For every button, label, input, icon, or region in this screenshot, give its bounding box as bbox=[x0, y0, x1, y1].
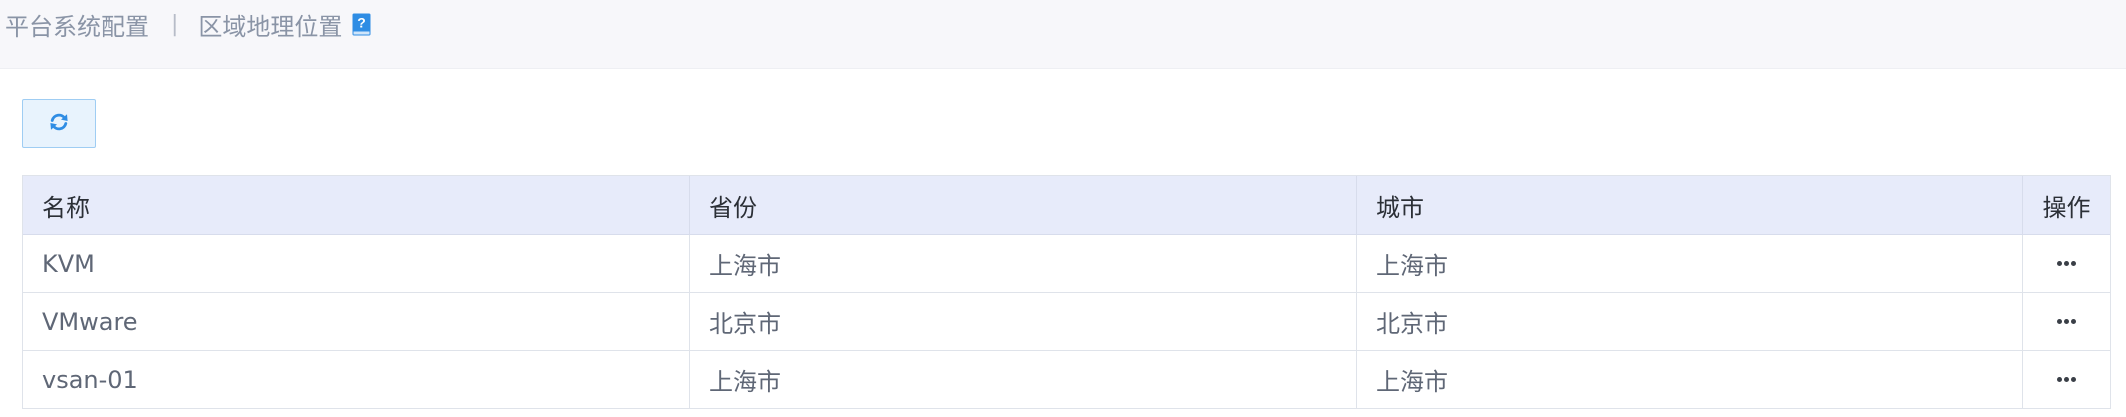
cell-city: 上海市 bbox=[1357, 351, 2023, 408]
column-header-actions: 操作 bbox=[2042, 193, 2091, 222]
breadcrumb-parent[interactable]: 平台系统配置 bbox=[5, 7, 149, 42]
refresh-icon bbox=[48, 111, 70, 137]
row-actions-button[interactable] bbox=[2023, 351, 2110, 408]
more-icon bbox=[2057, 377, 2076, 382]
table-row[interactable]: VMware 北京市 北京市 bbox=[23, 293, 2110, 351]
breadcrumb-separator: | bbox=[171, 11, 179, 37]
table-header-row: 名称 省份 城市 操作 bbox=[23, 176, 2110, 235]
column-header-city[interactable]: 城市 bbox=[1357, 176, 2023, 234]
cell-name: VMware bbox=[23, 293, 690, 350]
row-actions-button[interactable] bbox=[2023, 293, 2110, 350]
cell-province: 上海市 bbox=[690, 351, 1357, 408]
cell-name: KVM bbox=[23, 235, 690, 292]
top-bar: 平台系统配置 | 区域地理位置 ? bbox=[0, 0, 2126, 69]
more-icon bbox=[2057, 319, 2076, 324]
help-book-icon[interactable]: ? bbox=[352, 13, 371, 36]
cell-province: 北京市 bbox=[690, 293, 1357, 350]
row-actions-button[interactable] bbox=[2023, 235, 2110, 292]
svg-text:?: ? bbox=[358, 14, 367, 30]
region-table: 名称 省份 城市 操作 KVM 上海市 上海市 VMware 北京市 北京市 v… bbox=[22, 175, 2111, 409]
cell-city: 北京市 bbox=[1357, 293, 2023, 350]
breadcrumb: 平台系统配置 | 区域地理位置 ? bbox=[5, 4, 371, 44]
breadcrumb-current: 区域地理位置 bbox=[198, 12, 343, 41]
refresh-button[interactable] bbox=[22, 99, 96, 148]
more-icon bbox=[2057, 261, 2076, 266]
column-header-province[interactable]: 省份 bbox=[690, 176, 1357, 234]
cell-city: 上海市 bbox=[1357, 235, 2023, 292]
cell-province: 上海市 bbox=[690, 235, 1357, 292]
table-row[interactable]: vsan-01 上海市 上海市 bbox=[23, 351, 2110, 409]
column-header-name[interactable]: 名称 bbox=[23, 176, 690, 234]
cell-name: vsan-01 bbox=[23, 351, 690, 408]
table-row[interactable]: KVM 上海市 上海市 bbox=[23, 235, 2110, 293]
